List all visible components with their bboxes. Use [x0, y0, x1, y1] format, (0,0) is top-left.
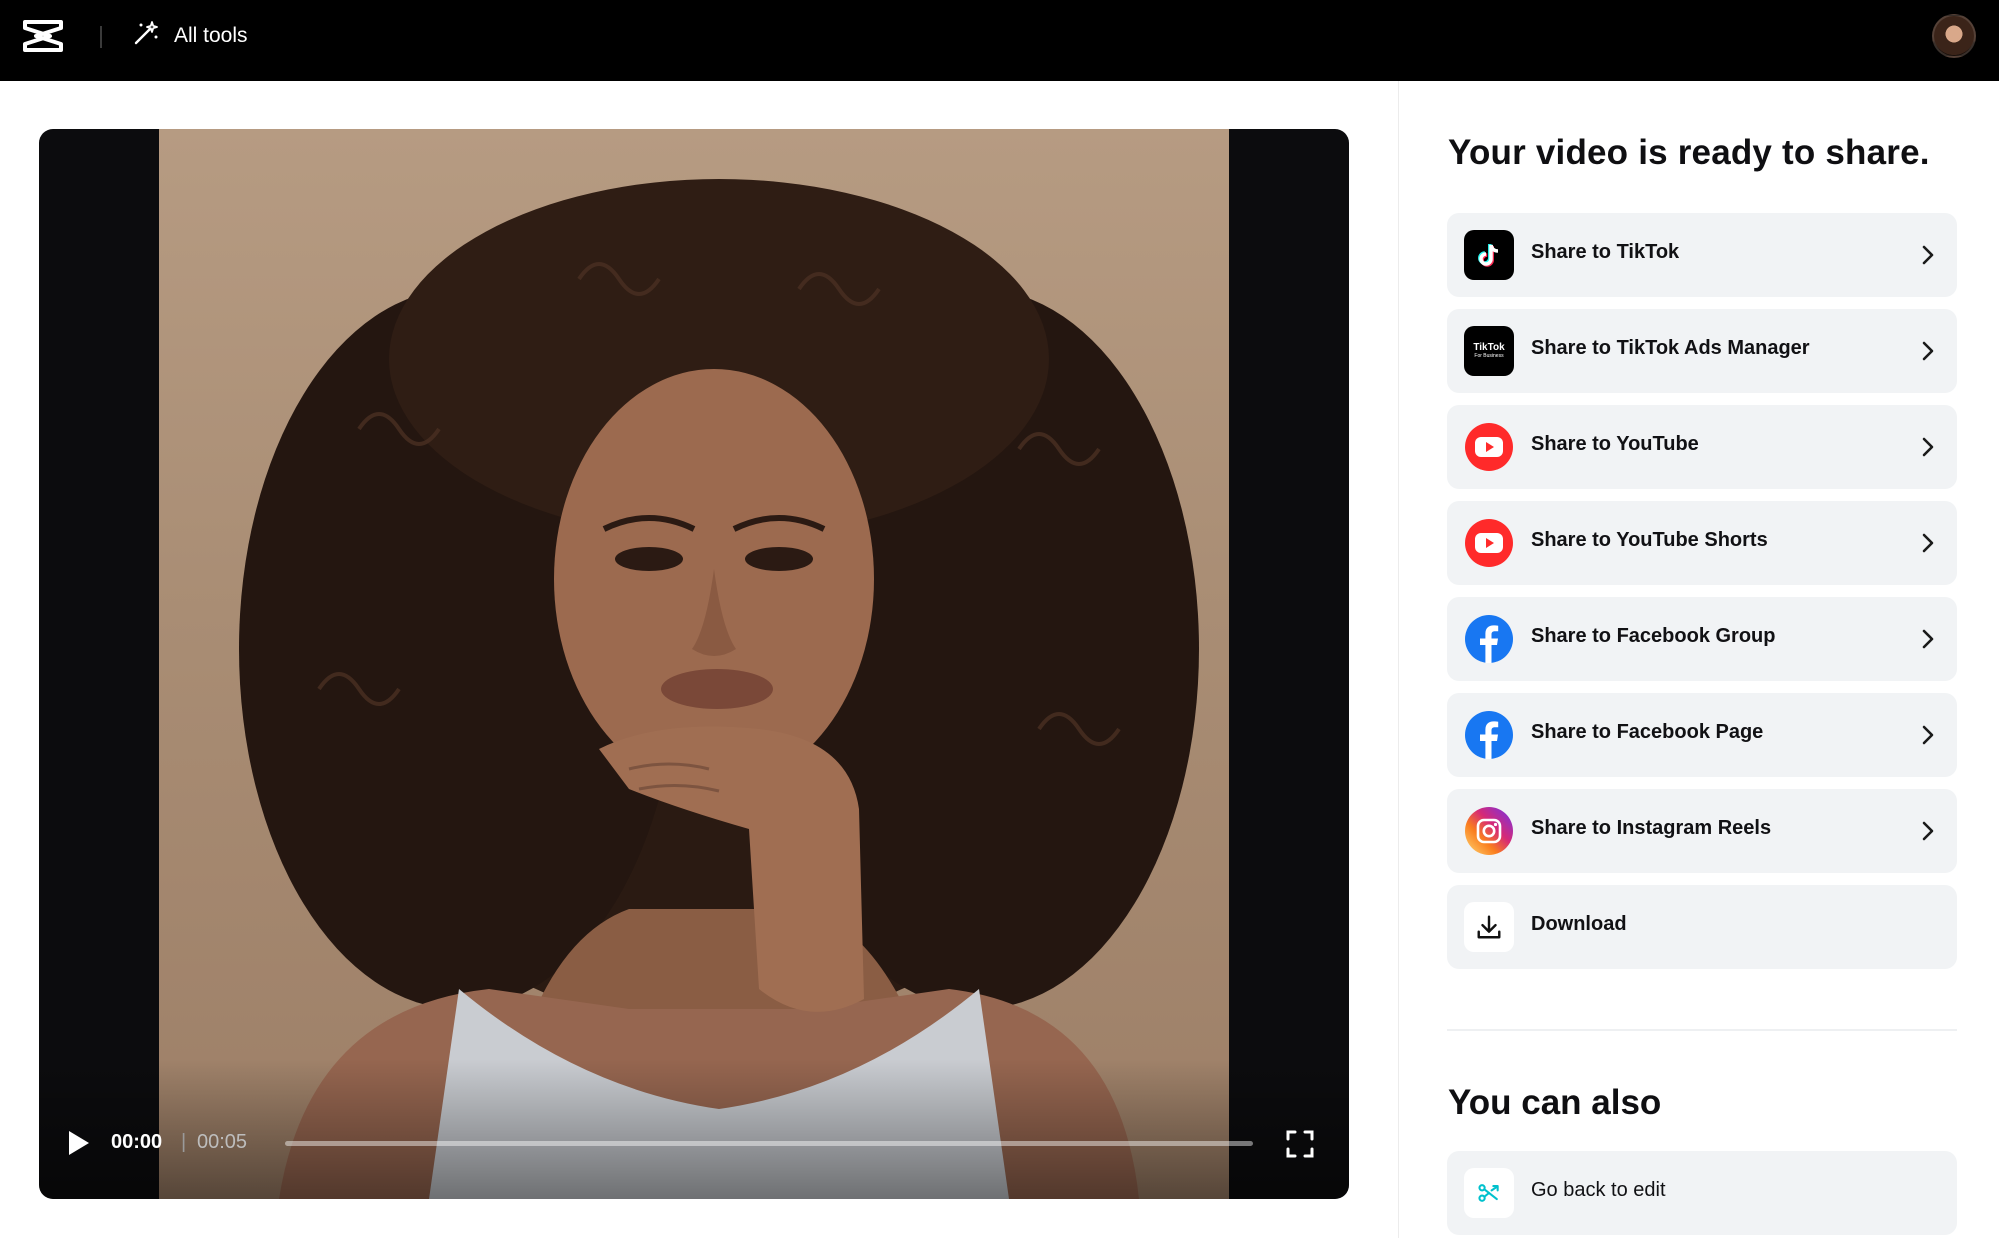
chevron-right-icon [1922, 245, 1934, 265]
share-item-label: Share to TikTok Ads Manager [1531, 337, 1810, 359]
chevron-right-icon [1922, 341, 1934, 361]
player-controls: 00:00 | 00:05 [39, 1089, 1349, 1199]
share-title: Your video is ready to share. [1448, 133, 1930, 172]
topbar-divider [100, 26, 102, 48]
time-separator: | [181, 1131, 187, 1153]
you-can-also-title: You can also [1448, 1083, 1662, 1122]
progress-bar[interactable] [285, 1141, 1253, 1146]
chevron-right-icon [1922, 821, 1934, 841]
download-button[interactable]: Download [1447, 885, 1957, 969]
facebook-icon [1464, 614, 1514, 664]
chevron-right-icon [1922, 725, 1934, 745]
share-facebook-group-button[interactable]: Share to Facebook Group [1447, 597, 1957, 681]
share-options-list: Share to TikTok TikTok For Business Shar… [1447, 213, 1957, 981]
go-back-to-edit-label: Go back to edit [1531, 1179, 1666, 1201]
share-item-label: Share to YouTube Shorts [1531, 529, 1768, 551]
user-avatar[interactable] [1932, 14, 1976, 58]
all-tools-button[interactable]: All tools [132, 20, 248, 52]
youtube-icon [1464, 422, 1514, 472]
total-time: 00:05 [197, 1131, 248, 1153]
edit-branch-icon [1464, 1168, 1514, 1218]
share-youtube-button[interactable]: Share to YouTube [1447, 405, 1957, 489]
tiktok-business-wordmark: TikTok [1473, 342, 1505, 353]
video-player[interactable]: 00:00 | 00:05 [39, 129, 1349, 1199]
section-divider [1447, 1029, 1957, 1031]
share-youtube-shorts-button[interactable]: Share to YouTube Shorts [1447, 501, 1957, 585]
share-item-label: Share to TikTok [1531, 241, 1680, 263]
share-facebook-page-button[interactable]: Share to Facebook Page [1447, 693, 1957, 777]
share-panel: Your video is ready to share. Share to T… [1398, 81, 1999, 1238]
share-item-label: Share to Facebook Group [1531, 625, 1776, 647]
tiktok-business-icon: TikTok For Business [1464, 326, 1514, 376]
share-item-label: Share to YouTube [1531, 433, 1699, 455]
tiktok-business-subtext: For Business [1474, 353, 1504, 359]
magic-wand-icon [132, 19, 160, 53]
share-tiktok-button[interactable]: Share to TikTok [1447, 213, 1957, 297]
share-tiktok-ads-button[interactable]: TikTok For Business Share to TikTok Ads … [1447, 309, 1957, 393]
video-frame [159, 129, 1229, 1199]
tiktok-icon [1464, 230, 1514, 280]
share-item-label: Share to Facebook Page [1531, 721, 1764, 743]
current-time: 00:00 [111, 1131, 163, 1153]
chevron-right-icon [1922, 533, 1934, 553]
video-thumbnail-illustration [239, 179, 1199, 1199]
chevron-right-icon [1922, 629, 1934, 649]
top-bar: All tools [0, 0, 1999, 81]
download-icon [1464, 902, 1514, 952]
share-item-label: Download [1531, 913, 1627, 935]
chevron-right-icon [1922, 437, 1934, 457]
play-icon[interactable] [65, 1129, 91, 1157]
go-back-to-edit-button[interactable]: Go back to edit [1447, 1151, 1957, 1235]
share-instagram-reels-button[interactable]: Share to Instagram Reels [1447, 789, 1957, 873]
instagram-icon [1464, 806, 1514, 856]
fullscreen-icon[interactable] [1285, 1129, 1315, 1159]
youtube-icon [1464, 518, 1514, 568]
capcut-logo-icon[interactable] [22, 18, 64, 54]
all-tools-label: All tools [174, 24, 248, 47]
share-item-label: Share to Instagram Reels [1531, 817, 1772, 839]
facebook-icon [1464, 710, 1514, 760]
